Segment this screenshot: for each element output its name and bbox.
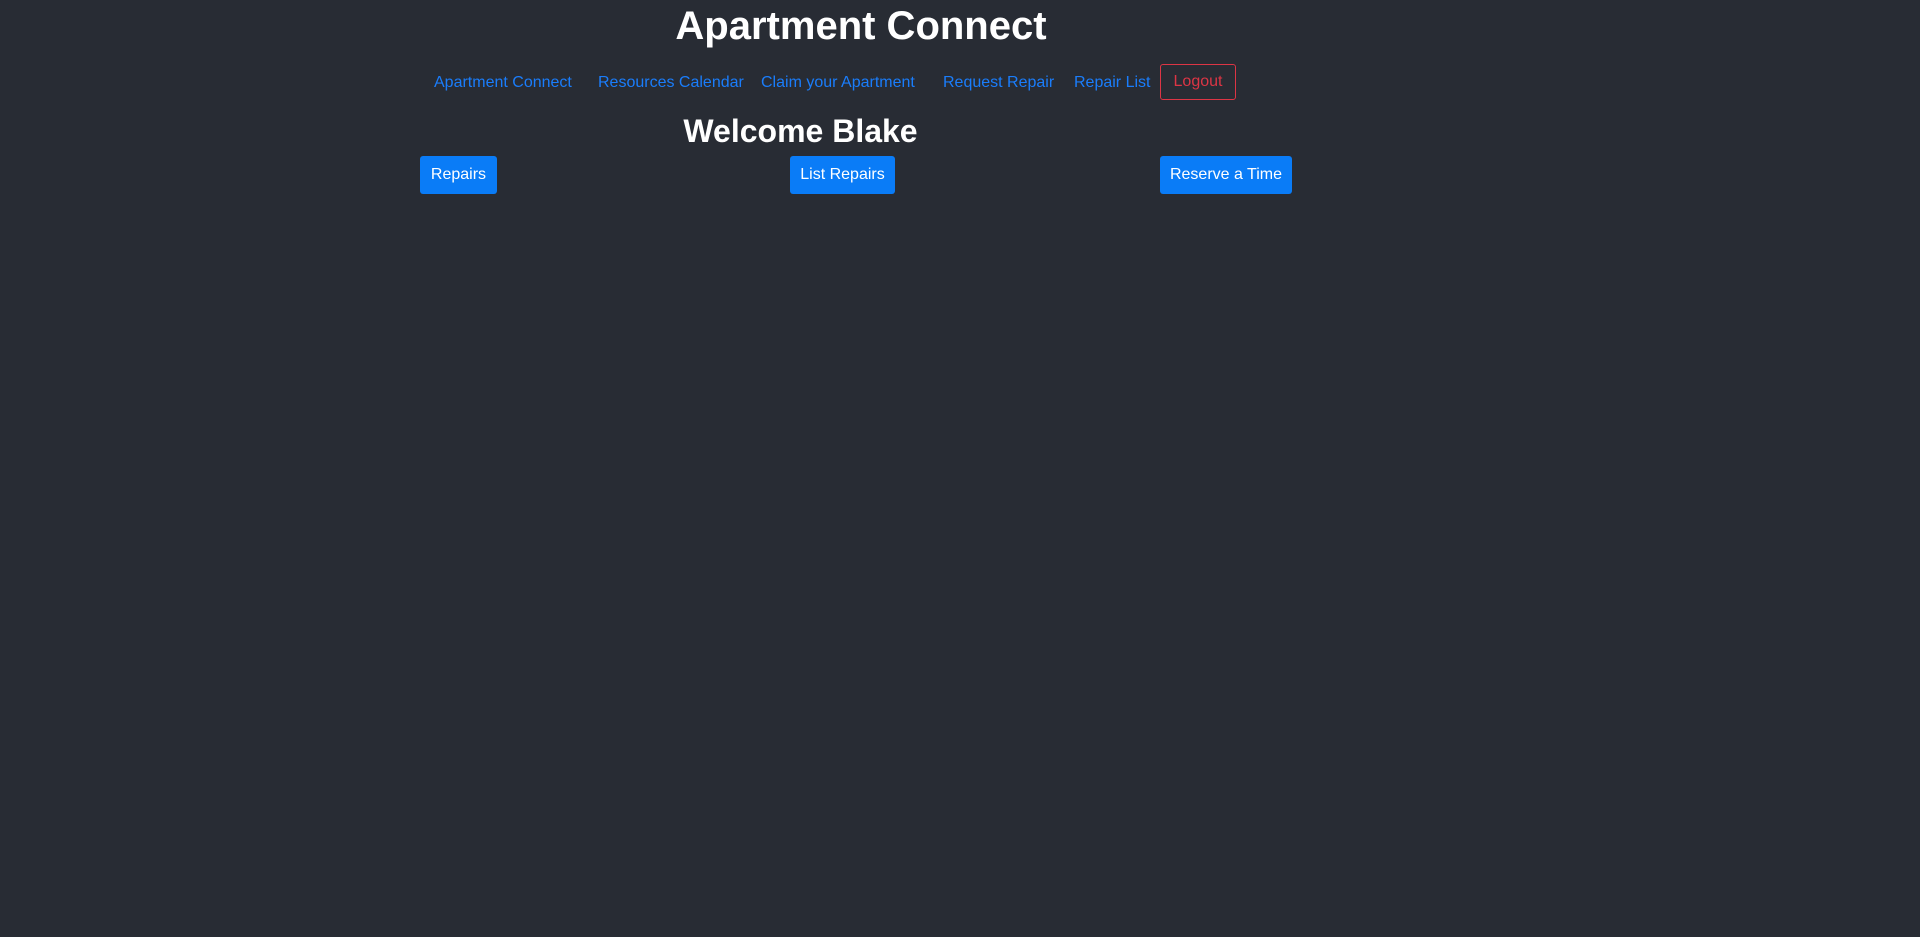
- welcome-heading: Welcome Blake: [683, 113, 918, 149]
- nav-link-request-repair[interactable]: Request Repair: [943, 64, 1054, 102]
- nav-link-claim-apartment[interactable]: Claim your Apartment: [761, 64, 915, 102]
- nav-link-repair-list[interactable]: Repair List: [1074, 64, 1150, 102]
- repairs-button[interactable]: Repairs: [420, 156, 497, 194]
- logout-button[interactable]: Logout: [1160, 64, 1236, 100]
- list-repairs-button[interactable]: List Repairs: [790, 156, 895, 194]
- app-title: Apartment Connect: [675, 4, 1047, 48]
- reserve-time-button[interactable]: Reserve a Time: [1160, 156, 1292, 194]
- top-nav: Apartment Connect Resources Calendar Cla…: [0, 64, 1920, 102]
- nav-link-resources-calendar[interactable]: Resources Calendar: [598, 64, 744, 102]
- nav-link-apartment-connect[interactable]: Apartment Connect: [434, 64, 572, 102]
